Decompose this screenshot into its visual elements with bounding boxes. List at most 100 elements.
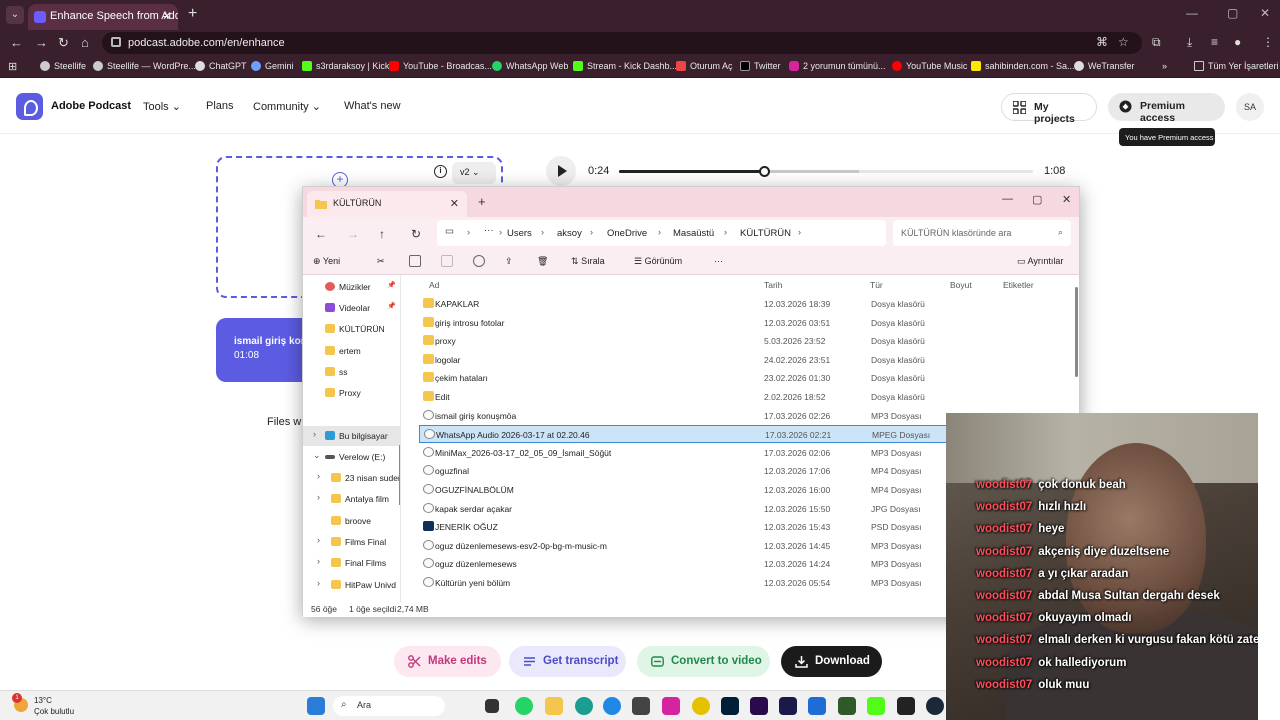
- file-row[interactable]: logolar 24.02.2026 23:51 Dosya klasörü: [419, 351, 1059, 369]
- file-explorer-icon[interactable]: [545, 697, 563, 715]
- get-transcript-button[interactable]: Get transcript: [509, 646, 626, 677]
- bookmark-item[interactable]: Steellife — WordPre...: [93, 61, 196, 71]
- app-icon[interactable]: [808, 697, 826, 715]
- chevron-right-icon[interactable]: ›: [317, 492, 320, 502]
- extensions-icon[interactable]: ⧉: [1152, 35, 1161, 50]
- sidebar-item-folder[interactable]: › Final Films: [303, 553, 400, 573]
- convert-to-video-button[interactable]: Convert to video: [637, 646, 770, 677]
- nav-plans[interactable]: Plans: [206, 100, 234, 112]
- column-header-date[interactable]: Tarih: [764, 280, 782, 290]
- profile-icon[interactable]: ●: [1234, 35, 1241, 49]
- photoshop-icon[interactable]: [721, 697, 739, 715]
- sidebar-item-ss[interactable]: ss: [303, 362, 400, 382]
- file-row[interactable]: proxy 5.03.2026 23:52 Dosya klasörü: [419, 332, 1059, 350]
- reload-icon[interactable]: ↻: [58, 35, 69, 51]
- adobe-podcast-logo[interactable]: [16, 93, 43, 120]
- forward-icon[interactable]: →: [35, 35, 48, 50]
- column-header-tags[interactable]: Etiketler: [1003, 280, 1034, 290]
- this-pc-icon[interactable]: ▭: [445, 226, 454, 237]
- chevron-right-icon[interactable]: ›: [313, 429, 316, 439]
- rename-icon[interactable]: [473, 255, 485, 267]
- chevron-down-icon[interactable]: ⌄: [313, 450, 321, 461]
- sidebar-item-drive-e[interactable]: ⌄ Verelow (E:): [303, 447, 400, 467]
- new-tab-icon[interactable]: +: [478, 194, 486, 209]
- bookmarks-overflow-icon[interactable]: »: [1162, 61, 1167, 71]
- tab-search-icon[interactable]: ⌄: [6, 6, 24, 24]
- sidebar-item-kulturun[interactable]: KÜLTÜRÜN: [303, 319, 400, 339]
- sidebar-item-ertem[interactable]: ertem: [303, 341, 400, 361]
- bookmark-item[interactable]: Stream - Kick Dashb...: [573, 61, 677, 71]
- playback-scrubber[interactable]: [619, 166, 1033, 177]
- bookmark-item[interactable]: WeTransfer: [1074, 61, 1135, 71]
- apps-icon[interactable]: ⊞: [8, 60, 17, 73]
- close-window-icon[interactable]: ✕: [1260, 6, 1270, 20]
- minimize-icon[interactable]: —: [1002, 193, 1013, 205]
- new-tab-icon[interactable]: +: [188, 5, 197, 23]
- details-pane-button[interactable]: ▭ Ayrıntılar: [1017, 256, 1063, 267]
- file-row[interactable]: KAPAKLAR 12.03.2026 18:39 Dosya klasörü: [419, 295, 1059, 313]
- kick-icon[interactable]: [867, 697, 885, 715]
- edge-icon[interactable]: [603, 697, 621, 715]
- bookmark-item[interactable]: YouTube - Broadcas...: [389, 61, 492, 71]
- minimize-icon[interactable]: —: [1186, 6, 1198, 20]
- bookmark-item[interactable]: sahibinden.com - Sa...: [971, 61, 1075, 71]
- sidebar-item-this-pc[interactable]: › Bu bilgisayar: [303, 426, 400, 446]
- close-tab-icon[interactable]: ✕: [450, 197, 459, 210]
- cut-icon[interactable]: ✂: [377, 256, 385, 267]
- user-avatar[interactable]: SA: [1236, 93, 1264, 121]
- bookmark-item[interactable]: ChatGPT: [195, 61, 247, 71]
- url-input[interactable]: podcast.adobe.com/en/enhance: [102, 32, 1142, 54]
- site-info-icon[interactable]: [111, 37, 121, 47]
- paste-icon[interactable]: [441, 255, 453, 267]
- sidebar-item-folder[interactable]: › Antalya film: [303, 489, 400, 509]
- bookmark-item[interactable]: 2 yorumun tümünü...: [789, 61, 886, 71]
- bookmark-item[interactable]: Twitter: [740, 61, 781, 71]
- sidebar-scrollbar[interactable]: [399, 445, 400, 505]
- column-header-type[interactable]: Tür: [870, 280, 883, 290]
- bookmark-item[interactable]: s3rdaraksoy | Kick: [302, 61, 389, 71]
- share-icon[interactable]: ⇪: [505, 256, 513, 267]
- media-encoder-icon[interactable]: [779, 697, 797, 715]
- copy-icon[interactable]: [409, 255, 421, 267]
- file-row[interactable]: çekim hataları 23.02.2026 01:30 Dosya klas…: [419, 369, 1059, 387]
- nav-tools[interactable]: Tools ⌄: [143, 100, 181, 113]
- start-icon[interactable]: [307, 697, 325, 715]
- app-icon[interactable]: [632, 697, 650, 715]
- bookmark-item[interactable]: Oturum Aç: [676, 61, 733, 71]
- crumb-users[interactable]: Users: [507, 228, 532, 239]
- crumb-current[interactable]: KÜLTÜRÜN: [740, 228, 791, 239]
- chrome-icon[interactable]: [692, 697, 710, 715]
- chevron-right-icon[interactable]: ›: [317, 471, 320, 481]
- sidebar-item-folder[interactable]: › HitPaw Univd: [303, 575, 400, 595]
- my-projects-button[interactable]: My projects: [1001, 93, 1097, 125]
- chevron-right-icon[interactable]: ›: [317, 556, 320, 566]
- scrubber-handle[interactable]: [758, 166, 770, 177]
- make-edits-button[interactable]: Make edits: [394, 646, 501, 677]
- more-options-button[interactable]: ···: [714, 256, 723, 266]
- sidebar-item-music[interactable]: Müzikler 📌: [303, 277, 400, 297]
- forward-icon[interactable]: →: [347, 227, 359, 241]
- file-row[interactable]: Edit 2.02.2026 18:52 Dosya klasörü: [419, 388, 1059, 406]
- browser-tab[interactable]: Enhance Speech from Adobe | F ✕: [28, 4, 178, 30]
- crumb-aksoy[interactable]: aksoy: [557, 228, 582, 239]
- steam-icon[interactable]: [926, 697, 944, 715]
- weather-widget[interactable]: 1 13°C Çok bulutlu: [12, 693, 74, 717]
- nvidia-icon[interactable]: [838, 697, 856, 715]
- sidebar-item-folder[interactable]: › 23 nisan suder: [303, 468, 400, 488]
- back-icon[interactable]: ←: [315, 227, 327, 241]
- version-select[interactable]: v2 ⌄: [452, 162, 496, 184]
- breadcrumb[interactable]: ▭ › ··· › Users › aksoy › OneDrive › Mas…: [437, 220, 886, 246]
- chevron-right-icon[interactable]: ›: [317, 578, 320, 588]
- column-header-name[interactable]: Ad: [429, 280, 439, 290]
- new-button[interactable]: ⊕ Yeni: [313, 256, 340, 267]
- download-button[interactable]: Download: [781, 646, 882, 677]
- explorer-tab[interactable]: KÜLTÜRÜN ✕: [307, 191, 467, 217]
- home-icon[interactable]: ⌂: [81, 35, 89, 50]
- column-header-size[interactable]: Boyut: [950, 280, 972, 290]
- sidebar-item-folder[interactable]: broove: [303, 511, 400, 531]
- tab-close-icon[interactable]: ✕: [162, 9, 172, 23]
- back-icon[interactable]: ←: [10, 35, 23, 50]
- up-icon[interactable]: ↑: [379, 227, 385, 241]
- sort-button[interactable]: ⇅ Sırala: [571, 256, 605, 267]
- all-bookmarks[interactable]: Tüm Yer İşaretleri: [1194, 61, 1279, 71]
